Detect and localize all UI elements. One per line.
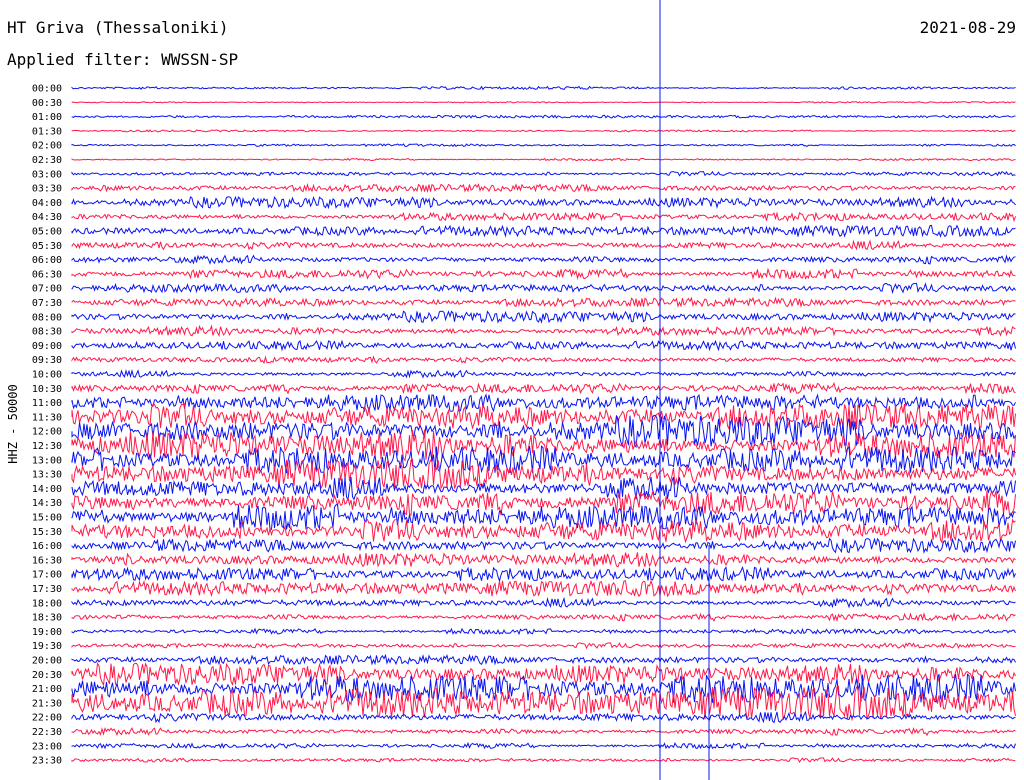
trace-line (71, 551, 1016, 568)
time-label: 12:00 (32, 427, 62, 438)
time-label: 01:00 (32, 112, 62, 123)
trace-line (71, 267, 1016, 280)
trace-line (71, 254, 1016, 265)
time-label: 13:30 (32, 470, 62, 481)
trace-line (71, 101, 1016, 104)
trace-line (71, 239, 1016, 251)
seismogram-plot: 00:00 00:30 01:00 01:30 02:00 02:30 03:00 03:30… (32, 0, 1016, 780)
time-label: 23:00 (32, 741, 62, 752)
time-label: 19:00 (32, 627, 62, 638)
time-label: 06:00 (32, 255, 62, 266)
trace-line (71, 296, 1016, 308)
time-label: 03:00 (32, 169, 62, 180)
time-label: 15:00 (32, 513, 62, 524)
trace-line (71, 182, 1016, 194)
time-label: 14:30 (32, 498, 62, 509)
time-label: 17:30 (32, 584, 62, 595)
trace-line (71, 339, 1016, 352)
trace-line (71, 224, 1016, 238)
time-label: 19:30 (32, 641, 62, 652)
trace-line (71, 381, 1016, 395)
trace-line (71, 727, 1016, 737)
trace-line (71, 211, 1016, 223)
time-label: 21:00 (32, 684, 62, 695)
trace-line (71, 537, 1016, 554)
time-label: 00:00 (32, 84, 62, 95)
time-label: 18:30 (32, 613, 62, 624)
trace-line (71, 612, 1016, 623)
trace-line (71, 757, 1016, 763)
time-label: 09:30 (32, 355, 62, 366)
time-label: 18:00 (32, 598, 62, 609)
time-label: 14:00 (32, 484, 62, 495)
trace-line (71, 627, 1016, 636)
trace-line (71, 489, 1016, 516)
trace-line (71, 368, 1016, 379)
trace-line (71, 143, 1016, 148)
trace-line (71, 170, 1016, 177)
time-label: 04:30 (32, 212, 62, 223)
trace-line (71, 282, 1016, 295)
time-label: 11:30 (32, 412, 62, 423)
trace-line (71, 741, 1016, 750)
time-label: 16:30 (32, 555, 62, 566)
time-label: 13:00 (32, 455, 62, 466)
time-label: 11:00 (32, 398, 62, 409)
trace-line (71, 355, 1016, 365)
trace-line (71, 310, 1016, 324)
time-label: 22:30 (32, 727, 62, 738)
time-label: 00:30 (32, 98, 62, 109)
trace-line (71, 518, 1016, 544)
time-label: 17:00 (32, 570, 62, 581)
trace-line (71, 596, 1016, 609)
trace-line (71, 710, 1016, 724)
trace-line (71, 114, 1016, 119)
trace-line (71, 157, 1016, 162)
time-label: 10:00 (32, 370, 62, 381)
trace-line (71, 129, 1016, 133)
time-label: 05:00 (32, 227, 62, 238)
time-label: 07:00 (32, 284, 62, 295)
time-label: 02:30 (32, 155, 62, 166)
trace-line (71, 685, 1016, 722)
time-label: 22:00 (32, 713, 62, 724)
time-label: 12:30 (32, 441, 62, 452)
time-label: 02:00 (32, 141, 62, 152)
time-label: 09:00 (32, 341, 62, 352)
trace-line (71, 445, 1016, 474)
trace-line (71, 579, 1016, 598)
trace-line (71, 565, 1016, 583)
time-label: 10:30 (32, 384, 62, 395)
trace-line (71, 85, 1016, 91)
trace-line (71, 653, 1016, 666)
time-label: 01:30 (32, 126, 62, 137)
time-label: 15:30 (32, 527, 62, 538)
time-label: 05:30 (32, 241, 62, 252)
trace-line (71, 642, 1016, 650)
time-label: 04:00 (32, 198, 62, 209)
time-label: 21:30 (32, 698, 62, 709)
time-label: 06:30 (32, 269, 62, 280)
trace-line (71, 195, 1016, 210)
trace-line (71, 662, 1016, 687)
time-label: 08:00 (32, 312, 62, 323)
time-label: 20:30 (32, 670, 62, 681)
time-label: 16:00 (32, 541, 62, 552)
trace-line (71, 503, 1016, 530)
time-label: 07:30 (32, 298, 62, 309)
trace-line (71, 402, 1016, 431)
time-label: 08:30 (32, 327, 62, 338)
trace-line (71, 324, 1016, 337)
time-label: 03:30 (32, 184, 62, 195)
time-label: 23:30 (32, 756, 62, 767)
time-label: 20:00 (32, 656, 62, 667)
